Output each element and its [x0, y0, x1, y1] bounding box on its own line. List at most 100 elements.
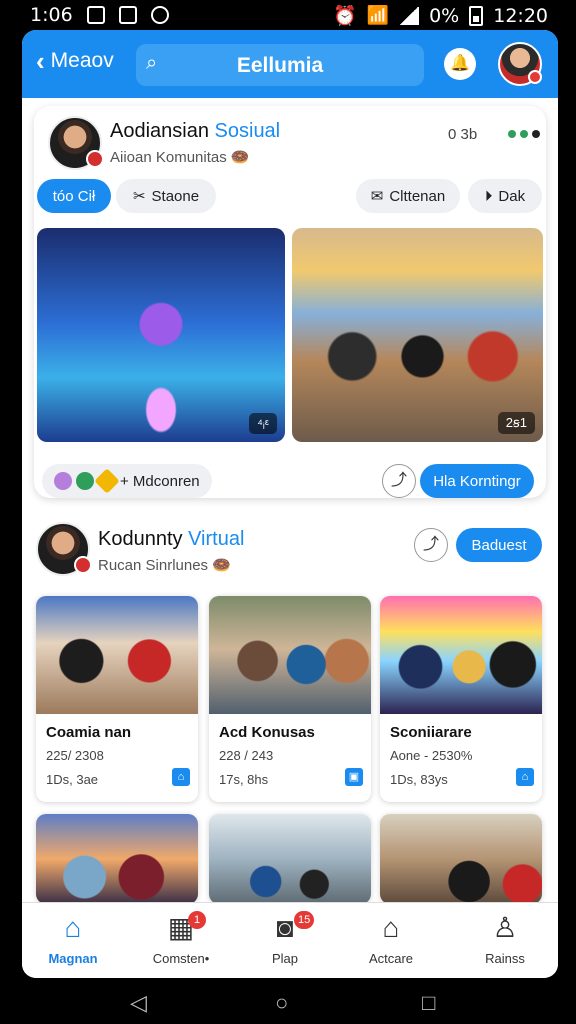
- community-tile[interactable]: Sconiiarare Aone - 2530% 1Ds, 83ys ⌂: [380, 596, 542, 802]
- more-options-icon[interactable]: [508, 130, 540, 138]
- tile-meta: 1Ds, 83ys: [390, 772, 448, 787]
- tile-meta: 1Ds, 3ae: [46, 772, 99, 787]
- community-tile[interactable]: Coamia nan 225/ 2308 1Ds, 3ae ⌂: [36, 596, 198, 802]
- post-subtitle-text: Aiioan Komunitas: [110, 149, 227, 166]
- nav-play-badge: 15: [294, 911, 315, 929]
- nav-play[interactable]: ◙ 15 Plap: [240, 911, 330, 966]
- join-button-label: Hla Korntingr: [433, 472, 521, 490]
- bottom-navigation: ⌂ Magnan ▦ 1 Comsten• ◙ 15 Plap ⌂ Actcar…: [22, 902, 558, 978]
- nav-play-label: Plap: [271, 951, 299, 966]
- post-card: Aodiansian Sosiual Aiioan Komunitas 🍩 0 …: [34, 106, 546, 498]
- battery-icon: [469, 5, 484, 26]
- search-bar[interactable]: ⌕ Eellumia: [136, 44, 424, 86]
- reaction-bar[interactable]: + Mdconren: [42, 464, 212, 498]
- chip-share[interactable]: ✂ Staone: [116, 179, 216, 213]
- globe-icon: 🍩: [212, 557, 231, 574]
- person-icon: ♙: [492, 912, 518, 943]
- tile-stats: 225/ 2308: [46, 748, 104, 763]
- back-button[interactable]: ‹ Meaov: [36, 48, 114, 74]
- community-tile[interactable]: [36, 814, 198, 904]
- chip-primary[interactable]: tóo Cił: [37, 179, 111, 213]
- community-avatar-badge: [74, 556, 92, 574]
- community-name[interactable]: Kodunnty Virtual: [98, 528, 244, 551]
- wifi-icon: 📶: [366, 5, 390, 26]
- photo-count-tag: 2ꞩ1: [497, 412, 535, 434]
- chip-comment[interactable]: ✉ Clttenan: [356, 179, 460, 213]
- join-button[interactable]: Hla Korntingr: [420, 464, 534, 498]
- system-navigation-bar: ◁ ○ □: [0, 978, 576, 1024]
- tile-image: [36, 814, 198, 904]
- chip-play[interactable]: ⏵ Dak: [468, 179, 542, 213]
- community-tile[interactable]: [209, 814, 371, 904]
- chip-primary-label: tóo Cił: [52, 187, 96, 205]
- community-subtitle-text: Rucan Sinrlunes: [98, 557, 209, 574]
- notification-bell-icon[interactable]: 🔔: [444, 48, 476, 80]
- tile-title: Sconiiarare: [390, 724, 472, 741]
- status-time-right: 12:20: [493, 4, 548, 27]
- tile-image: [36, 596, 198, 714]
- community-name-accent: Virtual: [188, 528, 245, 550]
- alarm-icon: ⏰: [332, 5, 357, 27]
- share-icon[interactable]: ⤴: [382, 464, 416, 498]
- nav-home[interactable]: ⌂ Magnan: [28, 911, 118, 966]
- battery-percent: 0%: [429, 4, 460, 27]
- tile-image: [380, 814, 542, 904]
- notification-icon: [86, 6, 105, 24]
- nav-community[interactable]: ▦ 1 Comsten•: [136, 911, 226, 966]
- community-name-text: Kodunnty: [98, 528, 183, 550]
- globe-icon: 🍩: [230, 149, 250, 166]
- nav-profile[interactable]: ♙ Rainss: [460, 911, 550, 966]
- status-bar: 1:06 ⏰ 📶 0% 12:20: [0, 0, 576, 30]
- tile-image: [380, 596, 542, 714]
- scissors-icon: ✂: [132, 188, 146, 205]
- chip-comment-label: Clttenan: [389, 187, 446, 205]
- play-circle-icon: ⏵: [484, 187, 493, 205]
- tile-title: Acd Konusas: [219, 724, 315, 741]
- top-app-bar: ‹ Meaov ⌕ Eellumia 🔔: [22, 30, 558, 98]
- profile-badge: [528, 70, 542, 84]
- signal-icon: [399, 6, 420, 25]
- chevron-left-icon: ‹: [36, 46, 45, 76]
- back-label: Meaov: [50, 49, 114, 72]
- nav-profile-label: Rainss: [485, 951, 525, 966]
- screenshot-icon: [118, 6, 137, 24]
- community-section: Kodunnty Virtual Rucan Sinrlunes 🍩 ⤴ Bad…: [22, 510, 558, 910]
- community-tile[interactable]: [380, 814, 542, 904]
- system-home-icon[interactable]: ○: [275, 990, 288, 1016]
- media-icon: ◙: [276, 912, 294, 943]
- nav-home-label: Magnan: [48, 951, 98, 966]
- reaction-star-icon: [94, 468, 120, 494]
- request-button-label: Baduest: [471, 536, 527, 554]
- share-icon[interactable]: ⤴: [414, 528, 448, 562]
- house-icon[interactable]: ⌂: [172, 768, 190, 786]
- photo-tag: ⁴ᵢᵋ: [249, 413, 277, 434]
- app-window: ‹ Meaov ⌕ Eellumia 🔔 Aodiansian Sosiual …: [22, 30, 558, 978]
- home-icon: ⌂: [64, 912, 82, 943]
- chip-play-label: Dak: [498, 187, 526, 205]
- system-back-icon[interactable]: ◁: [130, 990, 147, 1016]
- tile-meta: 17s, 8hs: [219, 772, 269, 787]
- avatar-badge: [86, 150, 104, 168]
- post-photo-group[interactable]: 2ꞩ1: [292, 228, 543, 442]
- reaction-label: + Mdconren: [120, 472, 200, 490]
- tile-stats: 228 / 243: [219, 748, 274, 763]
- post-subtitle: Aiioan Komunitas 🍩: [110, 148, 250, 166]
- status-time-left: 1:06: [30, 4, 73, 26]
- community-subtitle: Rucan Sinrlunes 🍩: [98, 556, 231, 574]
- nav-community-badge: 1: [188, 911, 206, 929]
- nav-community-label: Comsten•: [152, 951, 210, 966]
- post-photo-cyber[interactable]: ⁴ᵢᵋ: [37, 228, 285, 442]
- house-icon[interactable]: ⌂: [516, 768, 534, 786]
- bookmark-icon[interactable]: ▣: [345, 768, 363, 786]
- app-status-icon: [150, 6, 169, 24]
- author-name-accent: Sosiual: [214, 120, 281, 142]
- nav-activity[interactable]: ⌂ Actcare: [346, 911, 436, 966]
- search-title: Eellumia: [236, 54, 324, 77]
- request-button[interactable]: Baduest: [456, 528, 542, 562]
- tile-stats: Aone - 2530%: [390, 748, 473, 763]
- store-icon: ▦: [167, 912, 195, 943]
- community-tile[interactable]: Acd Konusas 228 / 243 17s, 8hs ▣: [209, 596, 371, 802]
- system-recents-icon[interactable]: □: [422, 990, 435, 1016]
- tile-image: [209, 814, 371, 904]
- post-author-name[interactable]: Aodiansian Sosiual: [110, 120, 280, 143]
